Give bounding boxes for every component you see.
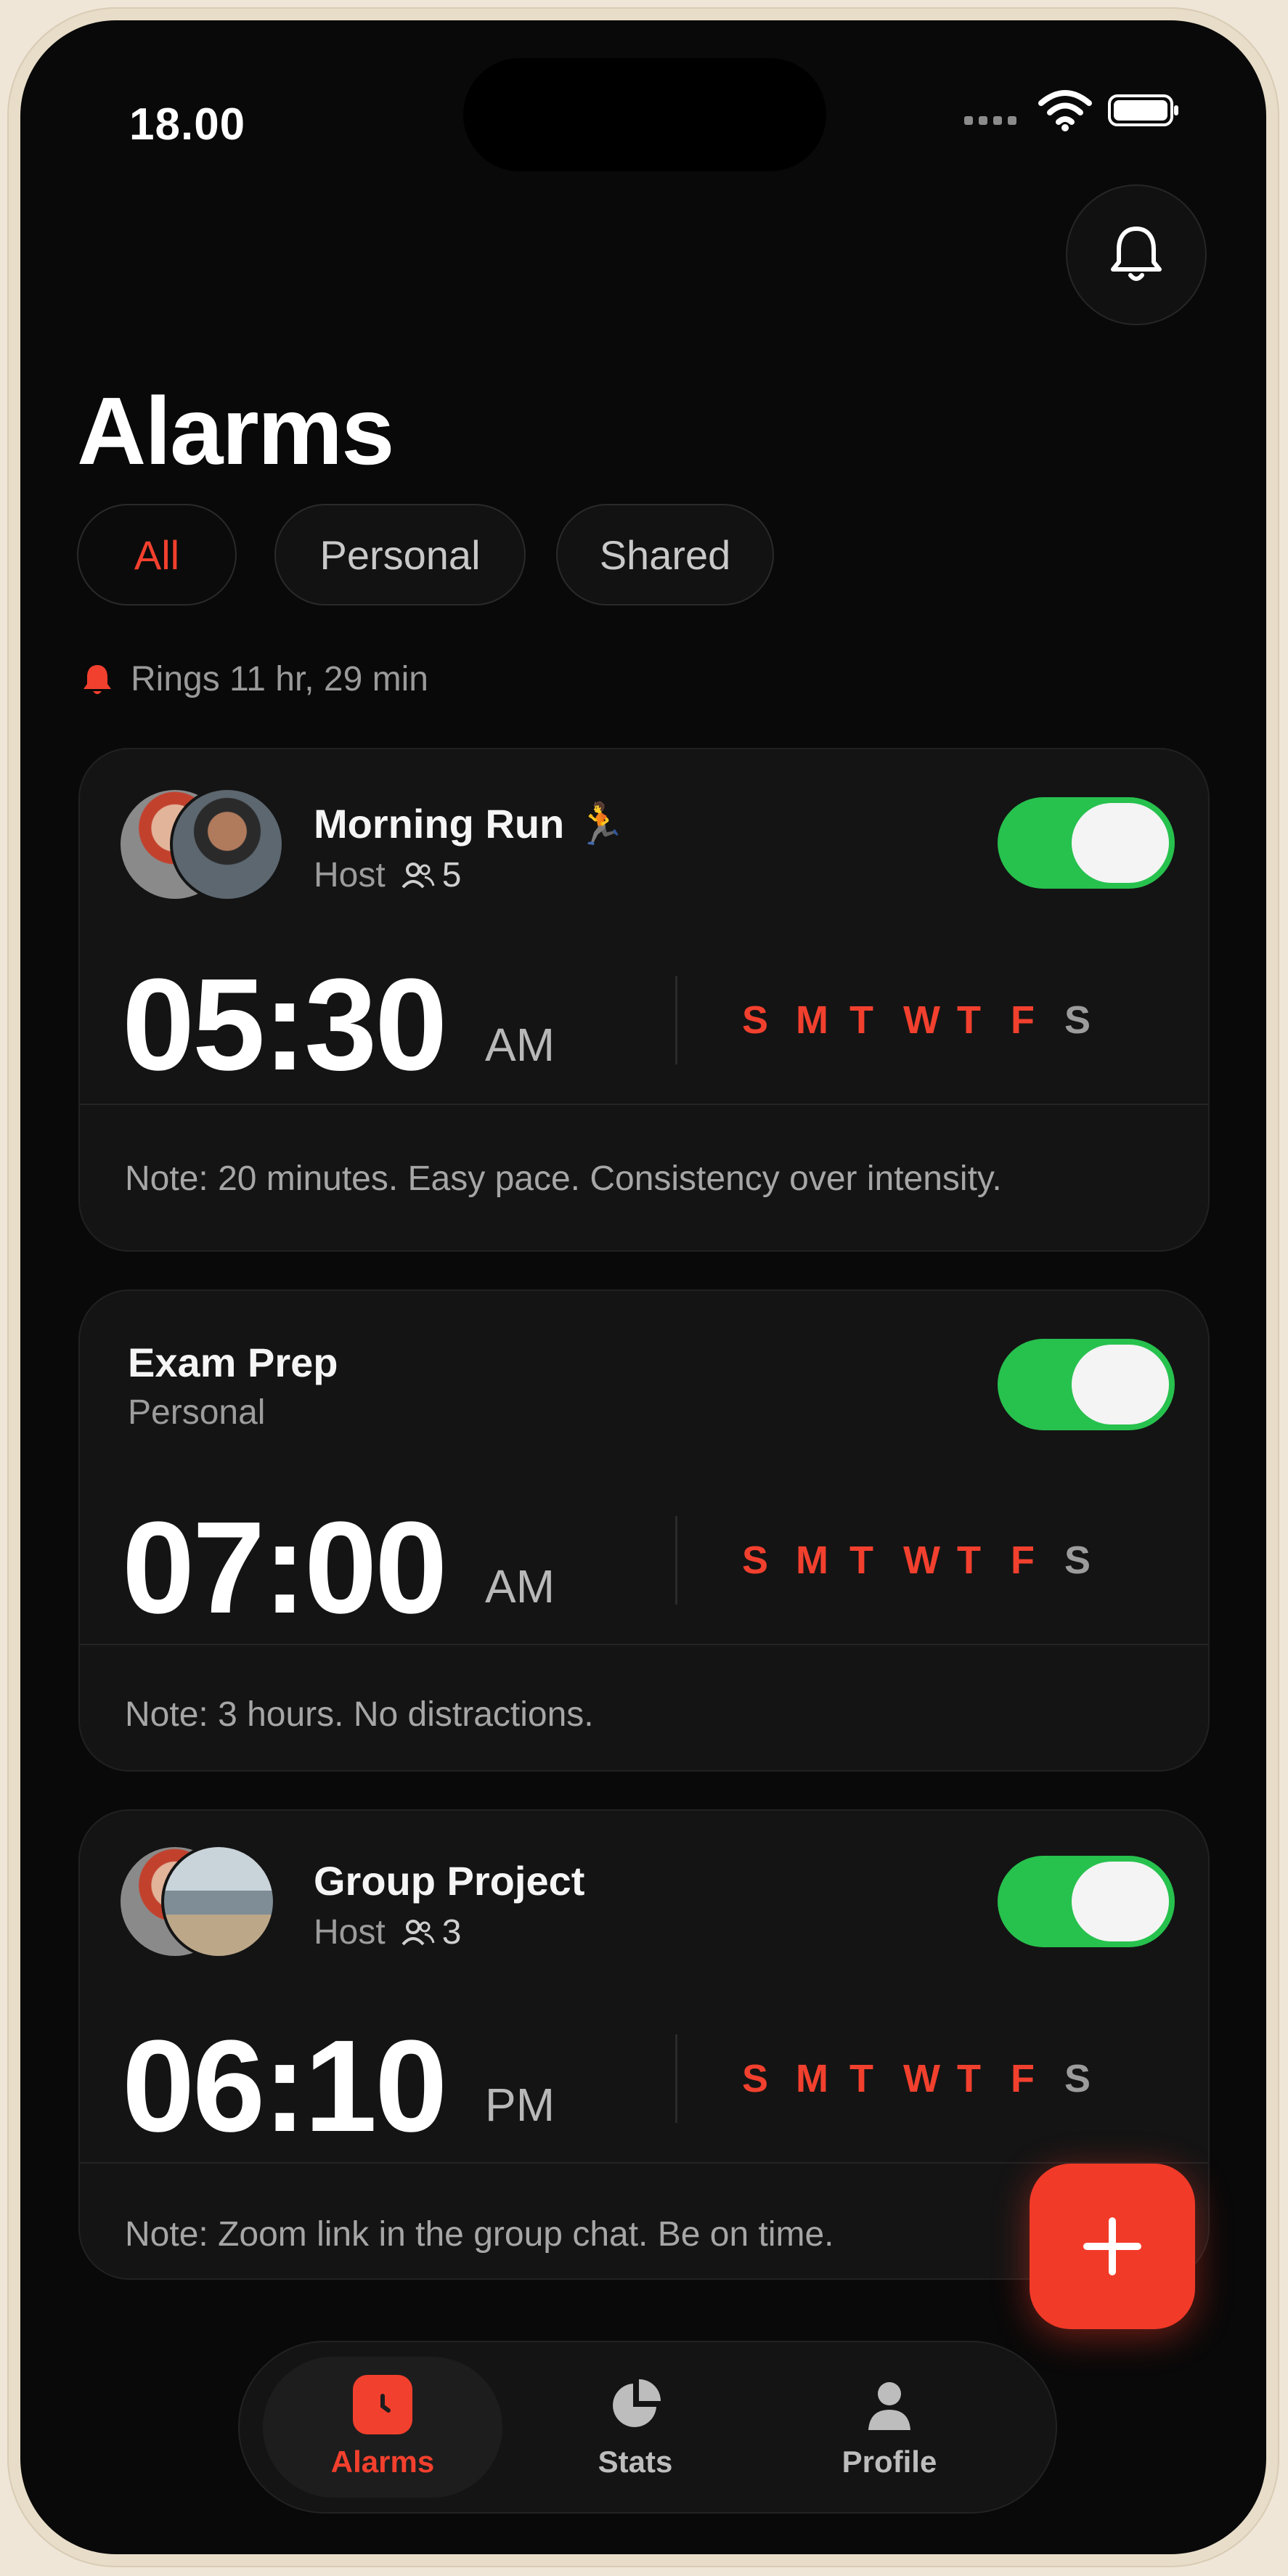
avatar-group — [118, 787, 285, 902]
day-sat: S — [1064, 1538, 1093, 1582]
day-fri: F — [1011, 2057, 1036, 2100]
alarm-ampm: AM — [485, 1560, 555, 1613]
filter-chip-personal[interactable]: Personal — [274, 504, 526, 606]
day-mon: M — [796, 998, 830, 1042]
clock-icon — [353, 2375, 412, 2434]
day-thu: T — [957, 2057, 982, 2100]
member-count: 5 — [400, 855, 461, 895]
status-time: 18.00 — [129, 99, 246, 150]
person-icon — [868, 2382, 910, 2430]
tab-label: Alarms — [330, 2445, 435, 2479]
divider — [675, 1516, 677, 1605]
tab-label: Profile — [841, 2445, 937, 2479]
day-tue: T — [849, 998, 875, 1042]
day-mon: M — [796, 1538, 830, 1582]
alarm-card-exam-prep[interactable]: Exam Prep Personal 07:00 AM S M T W T F … — [78, 1289, 1210, 1772]
tab-label: Stats — [598, 2445, 673, 2479]
repeat-days: S M T W T F S — [742, 2056, 1118, 2101]
alarm-toggle[interactable] — [998, 797, 1175, 889]
divider — [675, 976, 677, 1064]
day-wed: W — [903, 2057, 942, 2100]
repeat-days: S M T W T F S — [742, 1538, 1118, 1583]
day-sat: S — [1064, 2057, 1093, 2100]
day-fri: F — [1011, 998, 1036, 1042]
alarm-note: Note: 20 minutes. Easy pace. Consistency… — [125, 1159, 1002, 1198]
day-wed: W — [903, 1538, 942, 1582]
phone-frame: 18.00 Alarms All Personal Shared Rings 1… — [7, 7, 1279, 2567]
day-sat: S — [1064, 998, 1093, 1042]
runner-emoji: 🏃 — [575, 801, 627, 847]
signal-icon — [964, 116, 1016, 125]
battery-icon — [1108, 94, 1178, 126]
bell-icon — [1111, 227, 1162, 281]
card-separator — [80, 2162, 1208, 2164]
alarm-card-morning-run[interactable]: Morning Run 🏃 Host 5 05:30 AM S M T W T — [78, 748, 1210, 1252]
alarm-time: 07:00 — [122, 1495, 447, 1641]
toggle-knob — [1072, 1862, 1169, 1941]
alarm-toggle[interactable] — [998, 1856, 1175, 1947]
alarm-note: Note: Zoom link in the group chat. Be on… — [125, 2215, 834, 2254]
tab-alarms[interactable]: Alarms — [263, 2357, 502, 2498]
alarm-subtitle: Host 3 — [314, 1912, 462, 1952]
avatar — [161, 1844, 276, 1959]
repeat-days: S M T W T F S — [742, 998, 1118, 1043]
alarm-title: Group Project — [314, 1858, 585, 1904]
day-wed: W — [903, 998, 942, 1042]
alarm-time: 05:30 — [122, 952, 447, 1098]
day-sun: S — [742, 2057, 770, 2100]
alarm-toggle[interactable] — [998, 1339, 1175, 1430]
next-ring-info: Rings 11 hr, 29 min — [81, 659, 428, 699]
pie-chart-icon — [613, 2379, 661, 2427]
alarm-time: 06:10 — [122, 2013, 447, 2159]
alarm-ampm: PM — [485, 2079, 555, 2131]
filter-chip-shared[interactable]: Shared — [556, 504, 774, 606]
day-mon: M — [796, 2057, 830, 2100]
alarm-subtitle: Host 5 — [314, 855, 462, 895]
people-icon — [402, 1919, 435, 1945]
toggle-knob — [1072, 1345, 1169, 1424]
bottom-tab-bar: Alarms Stats Profile — [238, 2341, 1057, 2514]
alarm-note: Note: 3 hours. No distractions. — [125, 1695, 594, 1734]
card-separator — [80, 1644, 1208, 1645]
avatar-group — [118, 1844, 285, 1959]
tab-profile[interactable]: Profile — [799, 2357, 980, 2498]
avatar — [170, 787, 285, 902]
people-icon — [402, 862, 435, 888]
alarm-bell-icon — [83, 664, 111, 694]
divider — [675, 2034, 677, 2123]
notifications-button[interactable] — [1066, 184, 1207, 325]
alarm-ampm: AM — [485, 1019, 555, 1071]
dynamic-island — [463, 58, 826, 171]
plus-icon — [1083, 2217, 1141, 2275]
tab-stats[interactable]: Stats — [552, 2357, 719, 2498]
add-alarm-button[interactable] — [1030, 2164, 1195, 2329]
alarm-title: Exam Prep — [128, 1340, 338, 1385]
day-sun: S — [742, 1538, 770, 1582]
alarm-title: Morning Run 🏃 — [314, 801, 627, 847]
next-ring-text: Rings 11 hr, 29 min — [131, 660, 428, 698]
page-title: Alarms — [77, 378, 395, 484]
screen: 18.00 Alarms All Personal Shared Rings 1… — [20, 20, 1266, 2554]
day-fri: F — [1011, 1538, 1036, 1582]
member-count: 3 — [400, 1912, 461, 1952]
day-tue: T — [849, 1538, 875, 1582]
card-separator — [80, 1104, 1208, 1105]
filter-chip-all[interactable]: All — [77, 504, 237, 606]
toggle-knob — [1072, 803, 1169, 883]
day-thu: T — [957, 1538, 982, 1582]
day-tue: T — [849, 2057, 875, 2100]
day-sun: S — [742, 998, 770, 1042]
alarm-subtitle: Personal — [128, 1393, 266, 1432]
day-thu: T — [957, 998, 982, 1042]
wifi-icon — [1038, 90, 1092, 131]
